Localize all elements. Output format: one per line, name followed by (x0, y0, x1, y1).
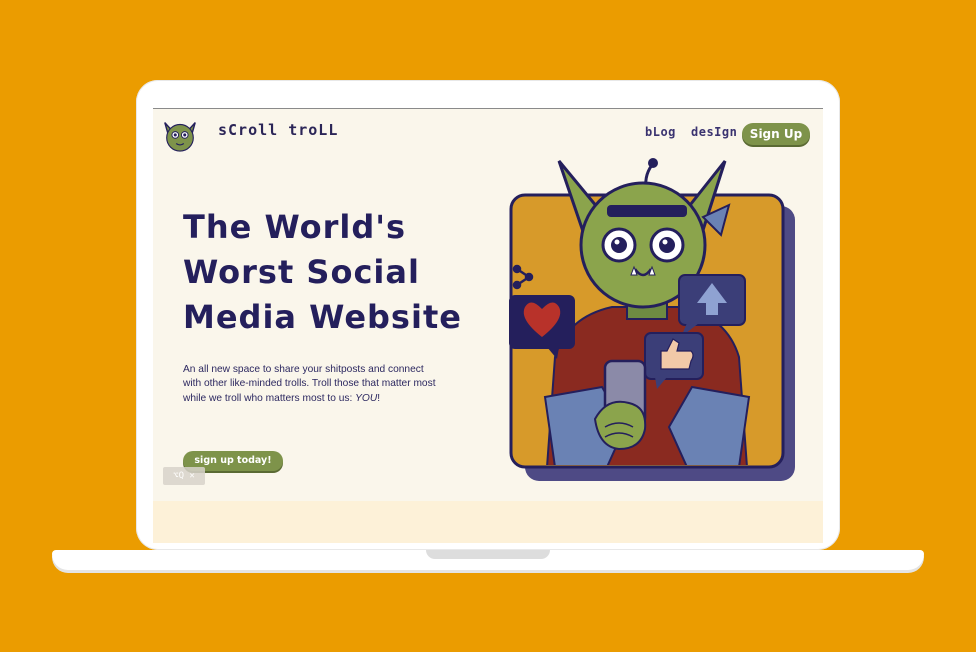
hero-title-line: The World's (183, 208, 407, 246)
overlay-badge: ⌥Q ✕ (163, 467, 205, 485)
brand-name[interactable]: sCroll troLL (218, 121, 338, 139)
laptop-hinge-notch (426, 550, 550, 559)
hero-description-emphasis: YOU (355, 392, 378, 404)
goblin-with-phone-illustration (509, 158, 795, 481)
hero-description-end: ! (377, 392, 381, 404)
goblin-logo-icon[interactable] (161, 115, 199, 153)
website-screen: sCroll troLL bLog desIgn Sign Up The Wor… (153, 108, 823, 543)
nav-blog-link[interactable]: bLog (645, 125, 676, 139)
hero-description: An all new space to share your shitposts… (183, 363, 441, 406)
signup-button[interactable]: Sign Up (742, 123, 810, 145)
hero-title-line: Media Website (183, 298, 462, 336)
nav-design-link[interactable]: desIgn (691, 125, 737, 139)
hero-title-line: Worst Social (183, 253, 420, 291)
footer-band (153, 501, 823, 543)
hero-description-text: An all new space to share your shitposts… (183, 364, 436, 404)
hero-title: The World's Worst Social Media Website (183, 205, 483, 340)
